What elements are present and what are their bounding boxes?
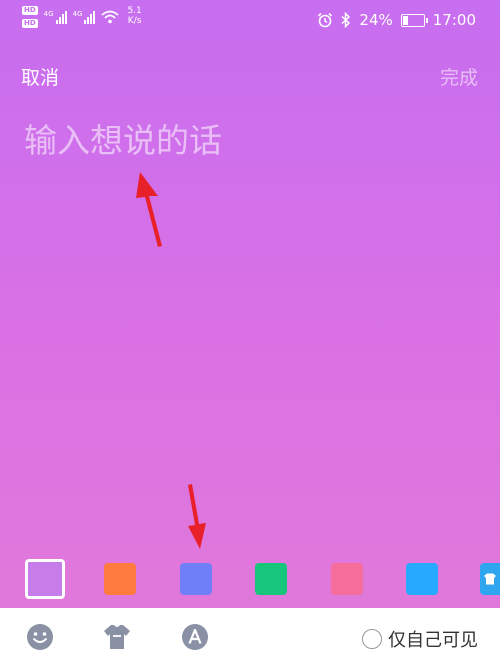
signal-icon-1: 4G [44, 10, 67, 24]
cancel-button[interactable]: 取消 [21, 63, 59, 90]
message-input[interactable] [22, 112, 466, 168]
status-bar: HD HD 4G 4G 5.1 K/s 24% 17:00 [0, 0, 500, 40]
network-type-1: 4G [43, 10, 54, 18]
speed-value: 5.1 [127, 6, 142, 16]
arrow-icon-color [188, 484, 206, 549]
tshirt-icon[interactable] [102, 622, 132, 652]
private-label: 仅自己可见 [388, 630, 478, 651]
color-swatch-1[interactable] [25, 559, 65, 599]
bottom-toolbar: 仅自己可见 [0, 608, 500, 663]
tshirt-icon [484, 573, 496, 585]
wifi-icon [101, 10, 120, 24]
hd-indicators: HD HD [22, 6, 38, 28]
status-right: 24% 17:00 [317, 11, 476, 29]
network-type-2: 4G [72, 10, 83, 18]
color-picker [0, 559, 500, 599]
color-swatch-6[interactable] [406, 563, 438, 595]
clock: 17:00 [432, 11, 476, 29]
hd-badge-1: HD [22, 6, 38, 15]
font-style-icon[interactable] [180, 622, 210, 652]
alarm-icon [318, 12, 333, 28]
battery-icon [400, 13, 428, 27]
bluetooth-icon [341, 12, 351, 28]
private-toggle[interactable]: 仅自己可见 [362, 626, 478, 652]
emoji-icon[interactable] [25, 622, 55, 652]
done-button[interactable]: 完成 [440, 63, 478, 90]
color-swatch-2[interactable] [104, 563, 136, 595]
network-speed: 5.1 K/s [127, 6, 141, 26]
hd-badge-2: HD [22, 19, 38, 28]
color-swatch-5[interactable] [331, 563, 363, 595]
speed-unit: K/s [127, 16, 142, 26]
status-left: HD HD 4G 4G 5.1 K/s [22, 6, 142, 28]
signal-icon-2: 4G [73, 10, 96, 24]
private-radio[interactable] [362, 629, 382, 649]
color-swatch-7[interactable] [480, 563, 500, 595]
color-swatch-3[interactable] [180, 563, 212, 595]
battery-percent: 24% [359, 11, 393, 29]
arrow-icon-input [136, 172, 162, 247]
battery-fill [402, 15, 409, 25]
color-swatch-4[interactable] [255, 563, 287, 595]
